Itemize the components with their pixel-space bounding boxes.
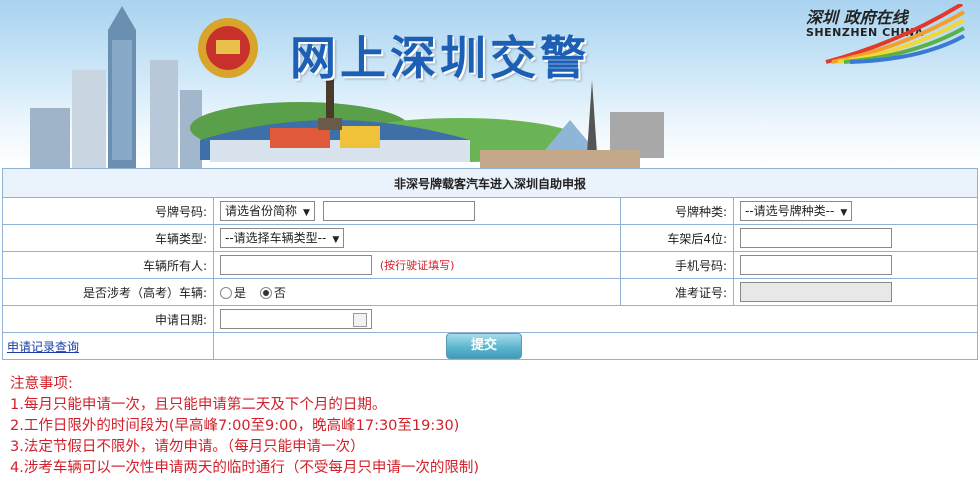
exam-yes-text: 是	[234, 285, 247, 300]
phone-input[interactable]	[740, 255, 892, 275]
owner-input[interactable]	[220, 255, 372, 275]
application-form: 非深号牌载客汽车进入深圳自助申报 号牌号码: 请选省份简称 ▼ 号牌种类: --请…	[2, 168, 978, 360]
exam-no-radio[interactable]: 否	[259, 285, 286, 300]
notice-item: 2.工作日限外的时间段为(早高峰7:00至9:00，晚高峰17:30至19:30…	[10, 418, 460, 434]
calendar-icon[interactable]	[353, 313, 367, 327]
plate-type-select[interactable]: --请选号牌种类-- ▼	[740, 201, 853, 221]
notice-item: 3.法定节假日不限外，请勿申请。（每月只能申请一次）	[10, 439, 365, 455]
owner-hint: (按行驶证填写)	[379, 259, 455, 272]
records-query-link[interactable]: 申请记录查询	[7, 340, 79, 354]
rainbow-swoosh-icon	[825, 4, 966, 64]
plate-number-label: 号牌号码:	[2, 197, 214, 225]
exam-yes-radio[interactable]: 是	[220, 286, 246, 300]
ticket-number-label: 准考证号:	[620, 278, 734, 306]
radio-off-icon	[220, 287, 232, 299]
notice-item: 4.涉考车辆可以一次性申请两天的临时通行（不受每月只申请一次的限制)	[10, 460, 479, 476]
vehicle-type-label: 车辆类型:	[2, 224, 214, 252]
chevron-down-icon: ▼	[840, 208, 848, 218]
exam-vehicle-label: 是否涉考（高考）车辆:	[2, 278, 214, 306]
ticket-number-input[interactable]	[740, 282, 892, 302]
shenzhen-logo[interactable]: 深圳 政府在线 SHENZHEN CHINA	[806, 4, 966, 64]
chevron-down-icon: ▼	[332, 235, 340, 245]
province-select[interactable]: 请选省份简称 ▼	[220, 201, 315, 221]
frame-number-input[interactable]	[740, 228, 892, 248]
exam-no-text: 否	[273, 285, 286, 300]
chevron-down-icon: ▼	[303, 208, 310, 218]
notice-section: 注意事项: 1.每月只能申请一次，且只能申请第二天及下个月的日期。 2.工作日限…	[10, 374, 479, 479]
frame-number-label: 车架后4位:	[620, 224, 734, 252]
notice-item: 1.每月只能申请一次，且只能申请第二天及下个月的日期。	[10, 397, 387, 413]
radio-on-icon	[259, 287, 272, 299]
plate-number-input[interactable]	[322, 201, 475, 221]
owner-label: 车辆所有人:	[2, 251, 214, 279]
apply-date-input[interactable]	[220, 309, 372, 329]
site-title: 网上深圳交警	[290, 31, 590, 85]
form-heading: 非深号牌载客汽车进入深圳自助申报	[2, 168, 978, 198]
vehicle-type-select[interactable]: --请选择车辆类型-- ▼	[220, 228, 345, 248]
header-banner: 网上深圳交警 深圳 政府在线 SHENZHEN CHINA	[0, 0, 980, 168]
submit-button[interactable]: 提交	[446, 333, 522, 359]
notice-title: 注意事项:	[10, 376, 73, 392]
phone-label: 手机号码:	[620, 251, 734, 279]
apply-date-label: 申请日期:	[2, 305, 214, 333]
plate-type-label: 号牌种类:	[620, 197, 734, 225]
